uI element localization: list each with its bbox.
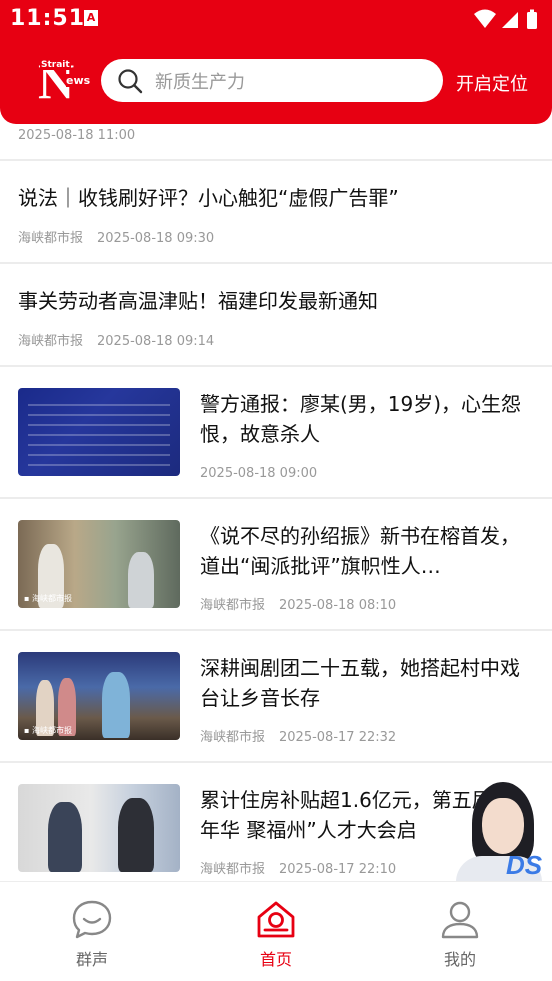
status-icons bbox=[474, 9, 537, 29]
tab-community[interactable]: 群声 bbox=[0, 882, 184, 981]
chat-bubble-icon bbox=[72, 900, 112, 939]
news-source: 海峡都市报 bbox=[18, 231, 84, 246]
news-date: 2025-08-18 09:30 bbox=[97, 231, 215, 246]
tab-home[interactable]: 首页 bbox=[184, 882, 368, 981]
news-date: 2025-08-17 22:32 bbox=[279, 730, 397, 745]
news-source: 海峡都市报 bbox=[200, 730, 266, 745]
news-date: 2025-08-18 09:14 bbox=[97, 334, 215, 349]
news-thumbnail bbox=[18, 784, 180, 872]
news-source: 海峡都市报 bbox=[200, 862, 266, 877]
search-bar[interactable]: 新质生产力 bbox=[101, 59, 443, 102]
search-placeholder: 新质生产力 bbox=[155, 72, 245, 93]
assistant-badge: DS bbox=[506, 850, 543, 880]
status-time: 11:51 bbox=[10, 6, 86, 31]
notification-icon: A bbox=[84, 10, 98, 26]
news-source: 海峡都市报 bbox=[18, 334, 84, 349]
home-icon bbox=[257, 901, 295, 938]
news-item[interactable]: 事关劳动者高温津贴！福建印发最新通知 海峡都市报 2025-08-18 09:14 bbox=[0, 264, 552, 367]
wifi-icon bbox=[474, 9, 496, 28]
battery-icon bbox=[527, 12, 537, 29]
bottom-tab-bar: 群声 首页 我的 bbox=[0, 881, 552, 981]
news-date: 2025-08-18 11:00 bbox=[18, 128, 136, 143]
news-feed[interactable]: 2025-08-18 11:00 说法｜收钱刷好评？小心触犯“虚假广告罪” 海峡… bbox=[0, 124, 552, 881]
news-date: 2025-08-17 22:10 bbox=[279, 862, 397, 877]
person-icon bbox=[441, 901, 479, 939]
news-thumbnail bbox=[18, 388, 180, 476]
ai-assistant-avatar[interactable]: DS bbox=[444, 776, 552, 882]
signal-icon bbox=[502, 12, 518, 28]
app-header: 11:51 A N Strait ews 新质生产力 开启定位 bbox=[0, 0, 552, 124]
news-title: 《说不尽的孙绍振》新书在榕首发，道出“闽派批评”旗帜性人… bbox=[200, 524, 520, 578]
tab-profile[interactable]: 我的 bbox=[368, 882, 552, 981]
news-thumbnail: ▪ 海峡都市报 bbox=[18, 652, 180, 740]
news-title: 说法｜收钱刷好评？小心触犯“虚假广告罪” bbox=[18, 186, 399, 210]
news-item-with-image[interactable]: 警方通报：廖某(男，19岁)，心生怨恨，故意杀人 2025-08-18 09:0… bbox=[0, 367, 552, 499]
news-item-partial[interactable]: 2025-08-18 11:00 bbox=[0, 124, 552, 161]
news-item-with-image[interactable]: ▪ 海峡都市报 《说不尽的孙绍振》新书在榕首发，道出“闽派批评”旗帜性人… 海峡… bbox=[0, 499, 552, 631]
news-date: 2025-08-18 09:00 bbox=[200, 466, 318, 481]
app-logo: N Strait ews bbox=[38, 53, 91, 109]
news-title: 事关劳动者高温津贴！福建印发最新通知 bbox=[18, 289, 378, 313]
status-bar: 11:51 A bbox=[0, 0, 552, 38]
news-title: 深耕闽剧团二十五载，她搭起村中戏台让乡音长存 bbox=[200, 656, 520, 710]
news-source: 海峡都市报 bbox=[200, 598, 266, 613]
search-icon bbox=[118, 69, 143, 94]
enable-location-button[interactable]: 开启定位 bbox=[456, 70, 528, 96]
news-title: 警方通报：廖某(男，19岁)，心生怨恨，故意杀人 bbox=[200, 392, 522, 446]
news-item[interactable]: 说法｜收钱刷好评？小心触犯“虚假广告罪” 海峡都市报 2025-08-18 09:… bbox=[0, 161, 552, 264]
news-thumbnail: ▪ 海峡都市报 bbox=[18, 520, 180, 608]
news-date: 2025-08-18 08:10 bbox=[279, 598, 397, 613]
news-item-with-image[interactable]: ▪ 海峡都市报 深耕闽剧团二十五载，她搭起村中戏台让乡音长存 海峡都市报 2025… bbox=[0, 631, 552, 763]
